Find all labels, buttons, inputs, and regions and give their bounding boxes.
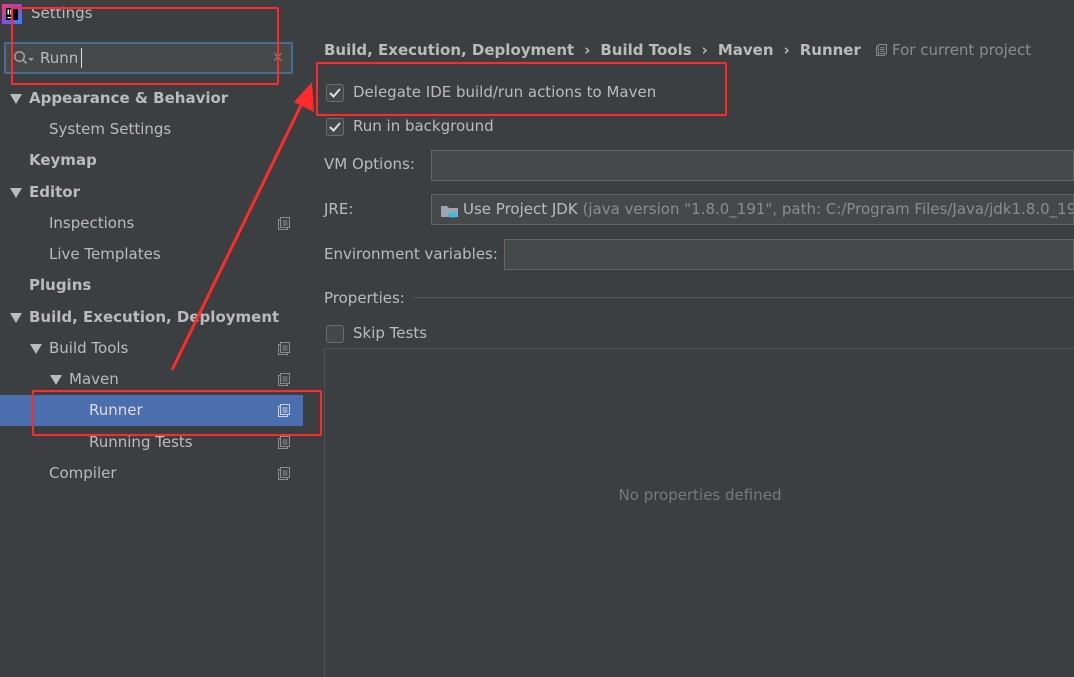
tree-item-build-execution-deployment[interactable]: Build, Execution, Deployment [0, 302, 303, 333]
tree-item-runner[interactable]: Runner [0, 395, 303, 426]
tree-item-build-tools[interactable]: Build Tools [0, 333, 303, 364]
title-bar: Settings [0, 0, 1074, 30]
checkmark-icon [329, 122, 341, 132]
tree-item-appearance-behavior[interactable]: Appearance & Behavior [0, 83, 303, 114]
empty-properties-text: No properties defined [618, 486, 782, 504]
expanded-arrow-icon[interactable] [10, 313, 22, 323]
checkbox-box[interactable] [326, 84, 344, 102]
tree-item-editor[interactable]: Editor [0, 177, 303, 208]
properties-separator [412, 297, 1074, 298]
jre-select[interactable]: Use Project JDK (java version "1.8.0_191… [431, 194, 1074, 225]
window-title: Settings [31, 4, 93, 22]
vm-options-field[interactable] [431, 150, 1074, 181]
project-scope-icon [278, 217, 290, 230]
clear-icon[interactable]: ✕ [272, 50, 286, 66]
project-scope-icon [278, 404, 290, 417]
checkmark-icon [329, 88, 341, 98]
expanded-arrow-icon[interactable] [30, 344, 42, 354]
project-scope-icon [278, 467, 290, 480]
checkbox-box[interactable] [326, 118, 344, 136]
settings-sidebar: ✕ Appearance & Behavior System Settings … [0, 30, 303, 677]
text-caret [81, 48, 82, 68]
folder-icon [441, 206, 458, 218]
expanded-arrow-icon[interactable] [10, 188, 22, 198]
tree-item-maven[interactable]: Maven [0, 364, 303, 395]
vm-options-label: VM Options: [324, 155, 415, 173]
tree-item-live-templates[interactable]: Live Templates [0, 239, 303, 270]
intellij-logo-icon [2, 4, 22, 24]
properties-table[interactable]: No properties defined [324, 348, 1074, 677]
properties-label: Properties: [324, 289, 405, 307]
jre-value: Use Project JDK [463, 200, 578, 218]
run-in-background-label: Run in background [353, 117, 494, 135]
search-input[interactable] [40, 47, 265, 69]
project-scope-icon [278, 342, 290, 355]
tree-item-keymap[interactable]: Keymap [0, 145, 303, 176]
skip-tests-label: Skip Tests [353, 324, 428, 342]
breadcrumb-separator: › [701, 41, 708, 59]
search-icon[interactable] [13, 50, 35, 66]
project-scope-icon [278, 373, 290, 386]
settings-content: Build, Execution, Deployment › Build Tools… [303, 30, 1074, 677]
environment-variables-field[interactable] [504, 239, 1074, 270]
search-box[interactable]: ✕ [4, 42, 293, 74]
jre-label: JRE: [324, 200, 354, 218]
expanded-arrow-icon[interactable] [50, 375, 62, 385]
expanded-arrow-icon[interactable] [10, 94, 22, 104]
tree-item-running-tests[interactable]: Running Tests [0, 427, 303, 458]
tree-item-plugins[interactable]: Plugins [0, 270, 303, 301]
checkbox-box[interactable] [326, 325, 344, 343]
breadcrumb-separator: › [783, 41, 790, 59]
project-scope-note: For current project [876, 41, 1031, 59]
breadcrumb-item: Maven [717, 41, 774, 59]
breadcrumb: Build, Execution, Deployment › Build Tools… [324, 41, 861, 59]
environment-variables-label: Environment variables: [324, 245, 498, 263]
tree-item-compiler[interactable]: Compiler [0, 458, 303, 489]
tree-item-system-settings[interactable]: System Settings [0, 114, 303, 145]
breadcrumb-item: Build, Execution, Deployment [324, 41, 575, 59]
delegate-to-maven-label: Delegate IDE build/run actions to Maven [353, 83, 657, 101]
breadcrumb-separator: › [584, 41, 591, 59]
jre-detail: (java version "1.8.0_191", path: C:/Prog… [582, 200, 1074, 218]
project-scope-icon [876, 44, 887, 56]
breadcrumb-item: Build Tools [600, 41, 692, 59]
breadcrumb-item: Runner [799, 41, 861, 59]
tree-item-inspections[interactable]: Inspections [0, 208, 303, 239]
project-scope-label: For current project [892, 41, 1032, 59]
project-scope-icon [278, 436, 290, 449]
